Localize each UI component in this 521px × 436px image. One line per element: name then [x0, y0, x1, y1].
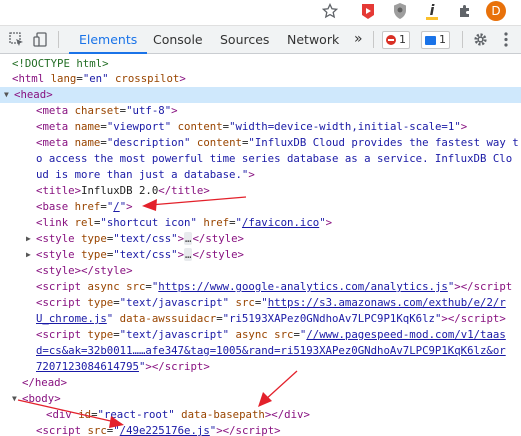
tab-elements[interactable]: Elements: [68, 26, 148, 54]
more-tabs-button[interactable]: »: [354, 26, 363, 53]
expand-triangle-icon[interactable]: ▶: [26, 247, 31, 263]
gear-icon[interactable]: [472, 30, 488, 49]
dom-tree: <!DOCTYPE html> <html lang="en" crosspil…: [0, 54, 521, 436]
expand-triangle-icon[interactable]: ▼: [12, 391, 17, 407]
device-toolbar-icon[interactable]: [32, 30, 48, 49]
tab-network[interactable]: Network: [287, 26, 339, 53]
tree-row-html[interactable]: <html lang="en" crosspilot>: [0, 71, 521, 87]
tree-row-script[interactable]: <script type="text/javascript" src="http…: [0, 295, 521, 311]
errors-badge[interactable]: 1: [382, 31, 410, 49]
tree-row-base[interactable]: <base href="/">: [0, 199, 521, 215]
tree-row-meta-description-cont: o access the most powerful time series d…: [36, 152, 513, 165]
tree-row-meta-viewport[interactable]: <meta name="viewport" content="width=dev…: [0, 119, 521, 135]
messages-badge[interactable]: 1: [421, 31, 450, 49]
messages-count: 1: [439, 33, 446, 46]
tree-row-script-cont: U_chrome.js" data-awssuidacr="ri5193XAPe…: [36, 312, 506, 325]
expand-triangle-icon[interactable]: ▼: [4, 87, 9, 103]
tree-row-style[interactable]: <style></style>: [0, 263, 521, 279]
error-icon: [386, 35, 396, 45]
tree-row-script[interactable]: <script async src="https://www.google-an…: [0, 279, 521, 295]
inspect-element-icon[interactable]: [8, 30, 24, 49]
privacy-extension-icon[interactable]: [390, 1, 410, 21]
i-extension-icon[interactable]: i: [422, 1, 442, 21]
toolbar-divider: [373, 31, 374, 48]
star-icon[interactable]: [320, 1, 340, 21]
tree-row-script[interactable]: <script type="text/javascript" async src…: [0, 327, 521, 343]
kebab-menu-icon[interactable]: [500, 30, 512, 49]
expand-triangle-icon[interactable]: ▶: [26, 231, 31, 247]
errors-count: 1: [399, 33, 406, 46]
browser-toolbar: i D: [0, 0, 521, 26]
tree-row-head-close[interactable]: </head>: [0, 375, 521, 391]
tree-row-script[interactable]: <script src="/49e225176e.js"></script>: [0, 423, 521, 436]
tree-row-style[interactable]: ▶ <style type="text/css">…</style>: [0, 247, 521, 263]
toolbar-divider: [58, 31, 59, 48]
tree-row-link[interactable]: <link rel="shortcut icon" href="/favicon…: [0, 215, 521, 231]
tree-row-head[interactable]: ▼ <head>: [0, 87, 521, 103]
message-icon: [425, 35, 436, 45]
devtools-toolbar: Elements Console Sources Network » 1 1: [0, 26, 521, 54]
tab-sources[interactable]: Sources: [220, 26, 269, 53]
tree-row-style[interactable]: ▶ <style type="text/css">…</style>: [0, 231, 521, 247]
tab-console[interactable]: Console: [153, 26, 203, 53]
puzzle-icon[interactable]: [455, 1, 475, 21]
tree-row-meta-description[interactable]: <meta name="description" content="Influx…: [0, 135, 521, 151]
media-extension-icon[interactable]: [358, 1, 378, 21]
toolbar-divider: [462, 31, 463, 48]
tree-row-div[interactable]: <div id="react-root" data-basepath></div…: [0, 407, 521, 423]
avatar[interactable]: D: [486, 1, 506, 21]
tree-row-meta-charset[interactable]: <meta charset="utf-8">: [0, 103, 521, 119]
tree-row-title[interactable]: <title>InfluxDB 2.0</title>: [0, 183, 521, 199]
tree-row-doctype[interactable]: <!DOCTYPE html>: [0, 56, 521, 72]
tree-row-meta-description-cont: ud is more than just a database.">: [36, 168, 255, 181]
tree-row-script-cont: d=cs&ak=32b0011……afe347&tag=1005&rand=ri…: [36, 344, 506, 357]
tree-row-body[interactable]: ▼ <body>: [0, 391, 521, 407]
tree-row-script-cont: 7207123084614795"></script>: [36, 360, 210, 373]
